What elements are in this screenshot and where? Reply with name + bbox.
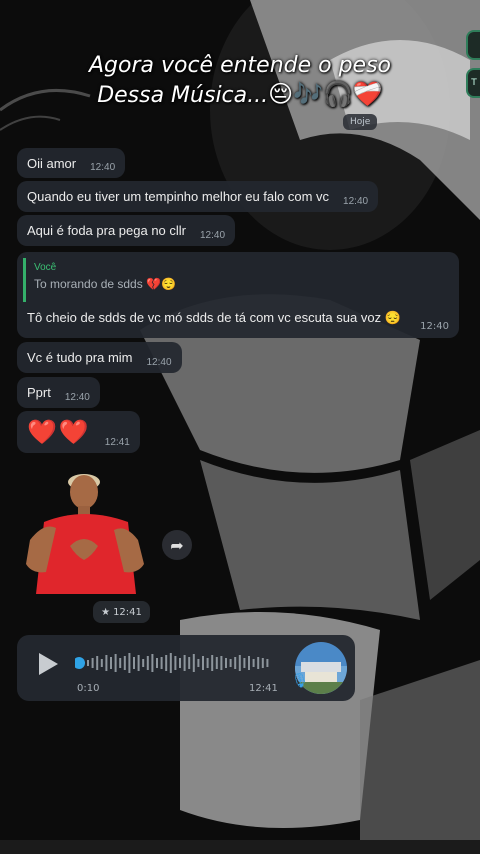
waveform-bar [215, 657, 218, 669]
waveform-bar [87, 660, 89, 666]
message-bubble[interactable]: Oii amor 12:40 [17, 148, 126, 178]
waveform-bar [257, 657, 260, 669]
message-bubble[interactable]: Vc é tudo pra mim 12:40 [17, 342, 182, 373]
audio-waveform[interactable] [75, 651, 275, 675]
right-tab-1[interactable] [466, 30, 480, 60]
star-icon: ★ [101, 606, 111, 618]
waveform-bar [119, 658, 122, 668]
quoted-sender: Você [34, 262, 57, 273]
message-text: Oii amor [27, 155, 77, 171]
waveform-bar [133, 657, 135, 669]
person-sticker [26, 474, 144, 594]
waveform-bar [225, 658, 227, 668]
message-time: 12:40 [90, 162, 116, 173]
waveform-bar [96, 656, 99, 670]
message-text: Pprt [27, 385, 51, 400]
voice-duration: 0:10 [77, 683, 100, 694]
right-edge-tabs: T [466, 30, 480, 106]
message-text: Aqui é foda pra pega no cllr [27, 223, 186, 238]
waveform-bar [142, 659, 145, 667]
message-text: Tô cheio de sdds de vc mó sdds de tá com… [27, 310, 401, 325]
waveform-bar [238, 655, 241, 671]
message-text: ❤️❤️ [27, 418, 91, 446]
waveform-bar [248, 656, 250, 670]
waveform-bar [243, 658, 246, 668]
message-bubble[interactable]: Quando eu tiver um tempinho melhor eu fa… [17, 181, 379, 212]
waveform-bar [128, 653, 131, 673]
quoted-message[interactable]: Você To morando de sdds 💔😌 [23, 258, 205, 302]
message-text: Quando eu tiver um tempinho melhor eu fa… [27, 189, 330, 204]
waveform-bar [110, 657, 112, 669]
waveform-bar [188, 657, 191, 669]
waveform-bar [192, 654, 195, 672]
waveform-bar [91, 658, 94, 668]
caption-line-1: Agora você entende o peso [88, 53, 392, 78]
waveform-bar [146, 656, 149, 670]
waveform-bar [179, 658, 181, 668]
message-time: 12:40 [200, 230, 226, 241]
caption-emojis: 😔🎶🎧❤️‍🩹 [268, 80, 383, 108]
forward-button[interactable]: ➦ [162, 530, 192, 560]
waveform-bar [220, 656, 223, 670]
waveform-bar [165, 655, 168, 671]
mic-icon: 🎙 [291, 673, 309, 689]
waveform-bar [202, 656, 204, 670]
waveform-bar [156, 658, 158, 668]
message-text: Vc é tudo pra mim [27, 350, 133, 365]
waveform-bar [114, 654, 117, 672]
waveform-bar [211, 655, 214, 671]
waveform-bar [197, 659, 200, 667]
waveform-bar [252, 659, 255, 667]
waveform-bar [206, 658, 209, 668]
message-time: 12:41 [104, 437, 130, 448]
play-icon[interactable] [39, 653, 58, 675]
waveform-bar [266, 659, 269, 667]
waveform-bar [183, 655, 186, 671]
waveform-bar [151, 654, 154, 672]
message-bubble[interactable]: Aqui é foda pra pega no cllr 12:40 [17, 215, 236, 246]
waveform-bar [100, 659, 103, 667]
forward-icon: ➦ [170, 535, 184, 555]
waveform-bar [169, 653, 172, 673]
voice-time: 12:41 [249, 683, 278, 694]
message-time: 12:40 [343, 196, 369, 207]
message-time: 12:40 [64, 392, 90, 403]
message-time: 12:40 [146, 357, 172, 368]
voice-message[interactable]: 0:10 12:41 🎙 [17, 635, 355, 701]
right-tab-2[interactable]: T [466, 68, 480, 98]
sticker-timestamp: ★ 12:41 [93, 601, 150, 623]
message-bubble[interactable]: ❤️❤️ 12:41 [17, 411, 140, 453]
caption-line-2: Dessa Música...😔🎶🎧❤️‍🩹 [97, 80, 383, 108]
message-bubble[interactable]: Pprt 12:40 [17, 377, 100, 408]
waveform-bar [174, 656, 177, 670]
sticker-image[interactable] [16, 462, 152, 594]
waveform-bar [105, 655, 108, 671]
waveform-bar [229, 659, 232, 667]
waveform-bar [261, 658, 264, 668]
date-separator: Hoje [343, 114, 378, 130]
waveform-bar [234, 657, 237, 669]
waveform-bar [137, 655, 140, 671]
playback-position-dot [75, 657, 85, 669]
message-time: 12:40 [420, 321, 449, 332]
waveform-bar [123, 656, 126, 670]
bottom-bar [0, 840, 480, 854]
quoted-text: To morando de sdds 💔😌 [34, 277, 176, 291]
reply-message-bubble[interactable]: Você To morando de sdds 💔😌 Tô cheio de s… [17, 252, 459, 338]
video-caption: Agora você entende o peso Dessa Música..… [0, 52, 480, 110]
waveform-bar [160, 657, 163, 669]
